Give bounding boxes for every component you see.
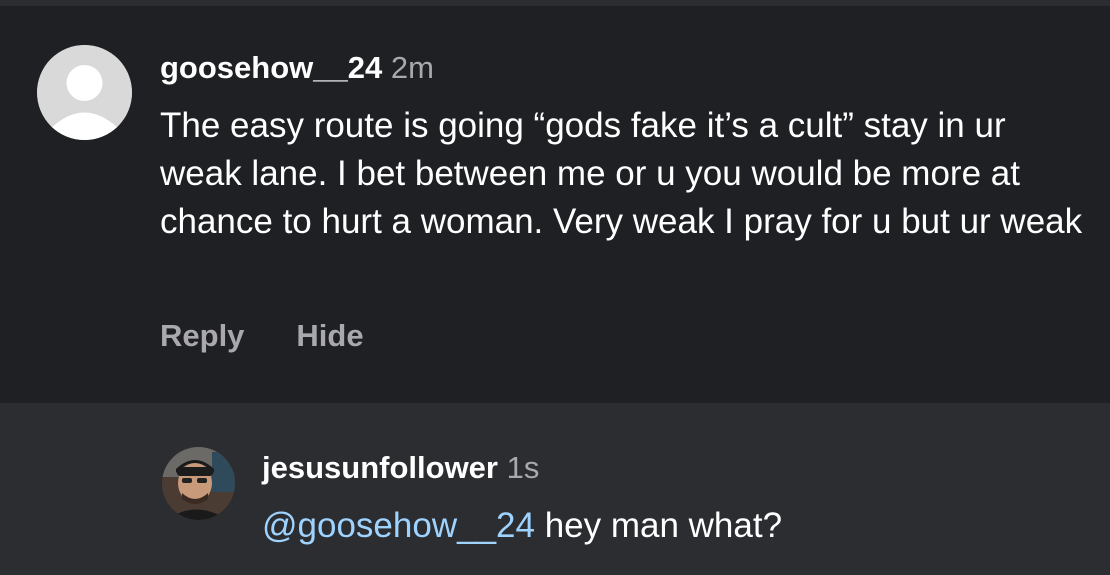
reply-timestamp: 1s <box>506 450 540 485</box>
reply-text: @goosehow__24 hey man what? <box>262 502 782 550</box>
default-user-avatar-icon[interactable] <box>37 45 132 140</box>
hide-button[interactable]: Hide <box>296 318 363 354</box>
comment-actions: Reply Hide <box>160 318 364 354</box>
comment-text: The easy route is going “gods fake it’s … <box>160 106 1083 241</box>
mention-link[interactable]: @goosehow__24 <box>262 506 535 545</box>
comment-timestamp: 2m <box>390 50 434 85</box>
comment-header: goosehow__24 2m <box>160 48 434 88</box>
reply-message: hey man what? <box>534 506 783 545</box>
user-photo-avatar[interactable] <box>162 447 235 520</box>
reply-button[interactable]: Reply <box>160 318 244 354</box>
comment-username[interactable]: goosehow__24 <box>160 50 382 85</box>
reply-header: jesusunfollower 1s <box>262 448 539 488</box>
reply-username[interactable]: jesusunfollower <box>262 450 498 485</box>
